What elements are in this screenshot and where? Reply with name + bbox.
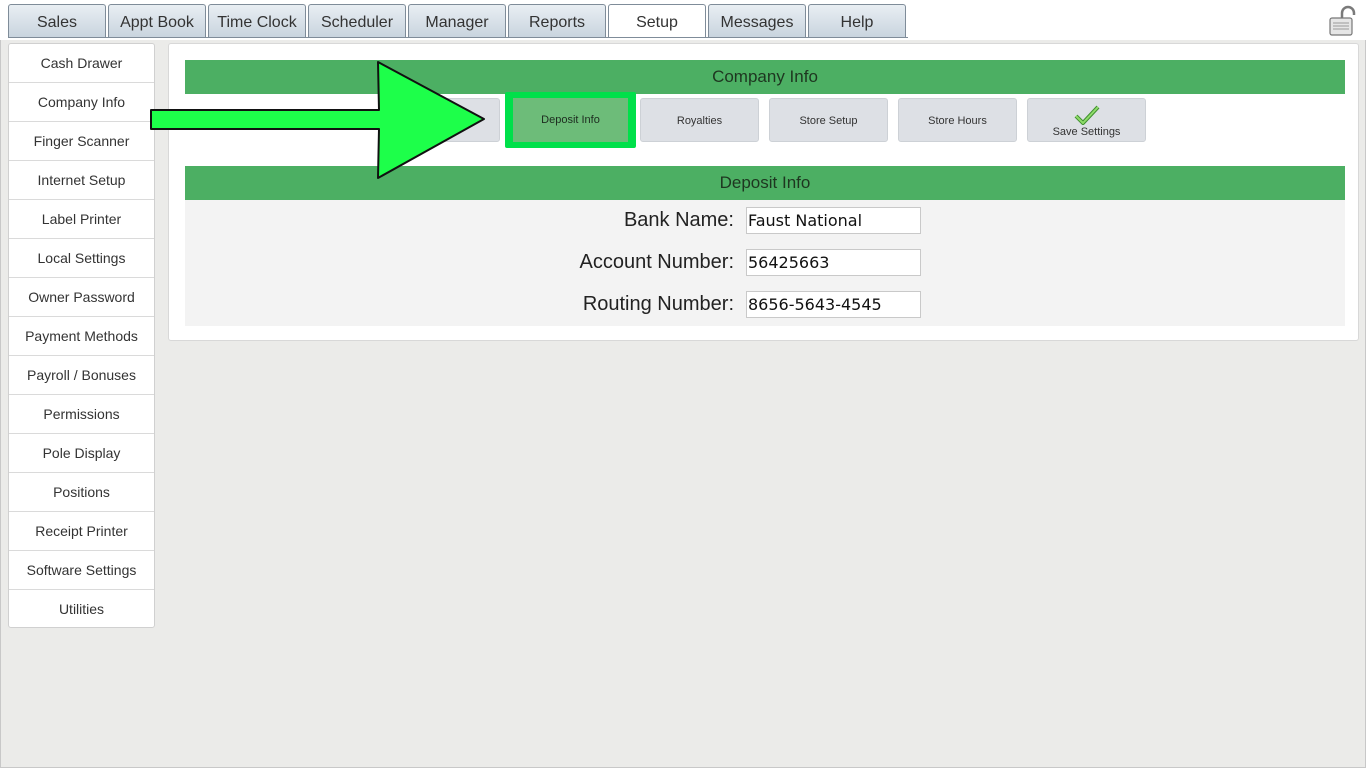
save-settings-label: Save Settings [1052, 126, 1121, 138]
tab-time-clock[interactable]: Time Clock [208, 4, 306, 37]
company-info-panel: Company Info Deposit Info Royalties Stor… [168, 43, 1359, 341]
account-number-field[interactable]: 56425663 [746, 249, 921, 276]
sidebar-item-positions[interactable]: Positions [9, 473, 154, 512]
unlock-icon[interactable] [1328, 5, 1358, 37]
sidebar-item-utilities[interactable]: Utilities [9, 590, 154, 629]
sidebar-item-permissions[interactable]: Permissions [9, 395, 154, 434]
sidebar-item-payroll-bonuses[interactable]: Payroll / Bonuses [9, 356, 154, 395]
tab-messages[interactable]: Messages [708, 4, 806, 37]
bank-name-label: Bank Name: [623, 209, 734, 231]
tab-sales[interactable]: Sales [8, 4, 106, 37]
sidebar-item-internet-setup[interactable]: Internet Setup [9, 161, 154, 200]
company-info-subtab-button[interactable] [381, 98, 500, 142]
sidebar-item-company-info[interactable]: Company Info [9, 83, 154, 122]
save-settings-button[interactable]: Save Settings [1027, 98, 1146, 142]
sidebar-item-owner-password[interactable]: Owner Password [9, 278, 154, 317]
routing-number-label: Routing Number: [582, 293, 734, 315]
checkmark-icon [1074, 105, 1099, 125]
deposit-info-form: Bank Name: Faust National Account Number… [185, 200, 1345, 326]
royalties-button[interactable]: Royalties [640, 98, 759, 142]
account-number-label: Account Number: [579, 251, 734, 273]
tab-setup[interactable]: Setup [608, 4, 706, 37]
sidebar-item-local-settings[interactable]: Local Settings [9, 239, 154, 278]
tab-help[interactable]: Help [808, 4, 906, 37]
sidebar-item-pole-display[interactable]: Pole Display [9, 434, 154, 473]
routing-number-field[interactable]: 8656-5643-4545 [746, 291, 921, 318]
sidebar-item-payment-methods[interactable]: Payment Methods [9, 317, 154, 356]
store-setup-button[interactable]: Store Setup [769, 98, 888, 142]
bank-name-field[interactable]: Faust National [746, 207, 921, 234]
tab-underline [8, 37, 908, 38]
tab-reports[interactable]: Reports [508, 4, 606, 37]
tab-manager[interactable]: Manager [408, 4, 506, 37]
deposit-info-header: Deposit Info [185, 166, 1345, 200]
sidebar-item-cash-drawer[interactable]: Cash Drawer [9, 44, 154, 83]
tab-appt-book[interactable]: Appt Book [108, 4, 206, 37]
sidebar-item-finger-scanner[interactable]: Finger Scanner [9, 122, 154, 161]
sidebar-item-software-settings[interactable]: Software Settings [9, 551, 154, 590]
sidebar-item-label-printer[interactable]: Label Printer [9, 200, 154, 239]
top-nav: Sales Appt Book Time Clock Scheduler Man… [0, 0, 1366, 40]
company-info-header: Company Info [185, 60, 1345, 94]
store-hours-button[interactable]: Store Hours [898, 98, 1017, 142]
tab-scheduler[interactable]: Scheduler [308, 4, 406, 37]
sidebar-item-receipt-printer[interactable]: Receipt Printer [9, 512, 154, 551]
deposit-info-highlight: Deposit Info [505, 92, 636, 148]
deposit-info-button[interactable]: Deposit Info [513, 98, 628, 142]
setup-sidebar: Cash Drawer Company Info Finger Scanner … [8, 43, 155, 628]
